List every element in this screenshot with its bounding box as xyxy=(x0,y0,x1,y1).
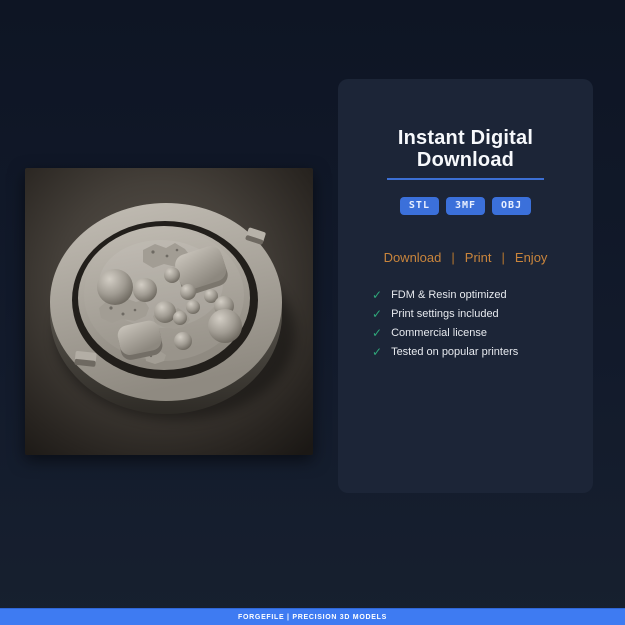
page-title-line1: Instant Digital xyxy=(397,127,534,149)
check-icon: ✓ xyxy=(372,326,383,340)
feature-item: ✓ Commercial license xyxy=(372,327,593,339)
page-title: Instant Digital Download xyxy=(338,127,593,171)
tagline-enjoy: Enjoy xyxy=(514,250,548,265)
tagline-separator: | xyxy=(451,250,455,265)
tagline: Download | Print | Enjoy xyxy=(338,250,593,265)
feature-list: ✓ FDM & Resin optimized ✓ Print settings… xyxy=(338,289,593,358)
brand-footer: FORGEFILE | PRECISION 3D MODELS xyxy=(0,608,625,625)
feature-label: Print settings included xyxy=(391,307,499,320)
page-title-line2: Download xyxy=(416,149,515,171)
format-badge-stl[interactable]: STL xyxy=(399,197,439,215)
format-badges: STL 3MF OBJ xyxy=(338,197,593,215)
tagline-download: Download xyxy=(383,250,442,265)
feature-label: Tested on popular printers xyxy=(391,345,519,358)
product-render xyxy=(25,168,313,455)
brand-footer-text: FORGEFILE | PRECISION 3D MODELS xyxy=(238,613,387,621)
feature-label: FDM & Resin optimized xyxy=(391,288,507,301)
format-badge-obj[interactable]: OBJ xyxy=(492,197,532,215)
feature-item: ✓ Tested on popular printers xyxy=(372,346,593,358)
feature-item: ✓ Print settings included xyxy=(372,308,593,320)
feature-item: ✓ FDM & Resin optimized xyxy=(372,289,593,301)
dish-model-render xyxy=(25,168,313,455)
title-underline xyxy=(387,178,544,180)
feature-label: Commercial license xyxy=(391,326,488,339)
info-panel: Instant Digital Download STL 3MF OBJ Dow… xyxy=(338,79,593,493)
check-icon: ✓ xyxy=(372,307,383,321)
check-icon: ✓ xyxy=(372,288,383,302)
tagline-print: Print xyxy=(464,250,492,265)
format-badge-3mf[interactable]: 3MF xyxy=(445,197,486,215)
tagline-separator: | xyxy=(501,250,505,265)
check-icon: ✓ xyxy=(372,345,383,359)
dish-tab-left xyxy=(74,350,97,367)
